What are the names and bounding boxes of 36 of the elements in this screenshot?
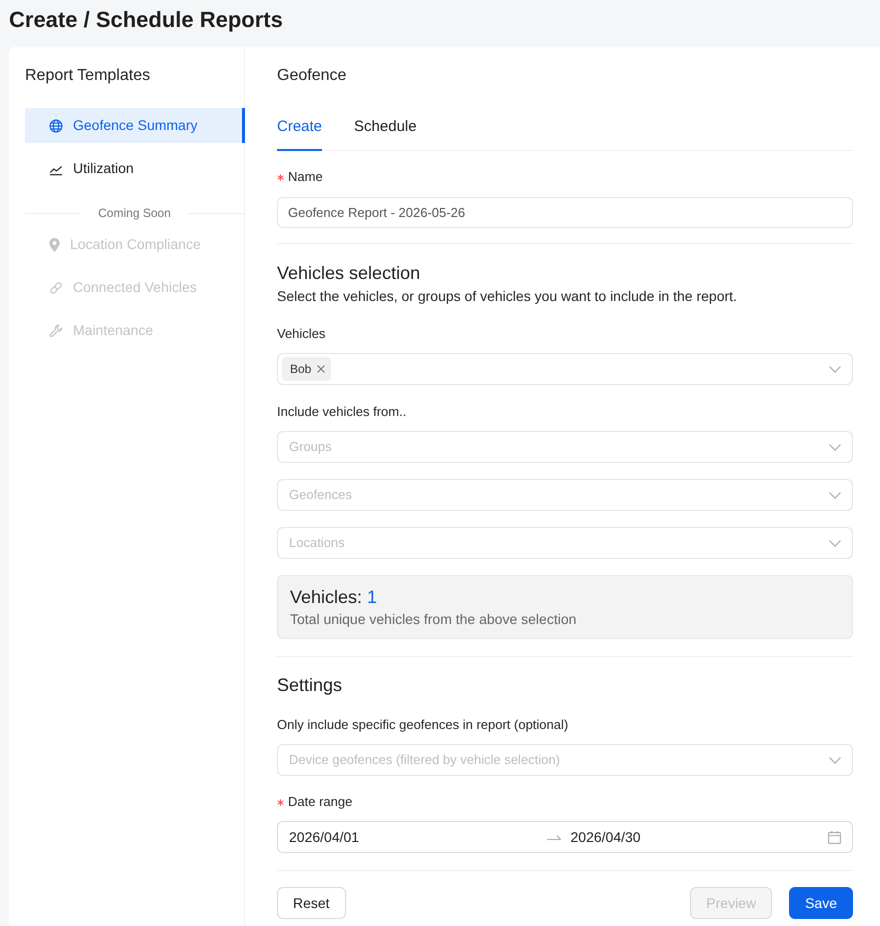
chevron-down-icon (829, 444, 841, 450)
wrench-icon (49, 324, 63, 338)
vehicles-select[interactable]: Bob (277, 353, 853, 385)
calendar-icon[interactable] (828, 830, 841, 844)
chevron-down-icon (829, 366, 841, 372)
panel-title: Geofence (277, 66, 348, 86)
link-icon (49, 280, 63, 294)
action-button[interactable]: Save (789, 887, 853, 919)
field-label: Vehicles (277, 325, 326, 343)
summary-note: Total unique vehicles from the above selection (290, 610, 578, 629)
tab[interactable]: Schedule (354, 105, 417, 151)
action-button[interactable]: Reset (277, 887, 346, 919)
field-label: Include vehicles from.. (277, 403, 408, 421)
map-pin-icon (49, 238, 60, 252)
summary-label: Vehicles: (290, 586, 362, 609)
chevron-down-icon (829, 492, 841, 498)
globe-icon (49, 118, 63, 132)
close-icon[interactable] (317, 365, 326, 373)
date-range-picker[interactable]: 2026/04/01 2026/04/30 (277, 821, 853, 853)
section-heading: Settings (277, 674, 344, 697)
section-description: Select the vehicles, or groups of vehicles you want to include in the report. (277, 287, 738, 306)
vehicle-count: 1 (367, 586, 378, 609)
chevron-down-icon (829, 540, 841, 546)
chevron-down-icon (829, 756, 841, 764)
tab[interactable]: Create (277, 105, 322, 151)
field-label: Date range (288, 793, 352, 811)
section-label: Coming Soon (97, 205, 172, 222)
template-menu-item[interactable]: Utilization (25, 151, 245, 186)
field-label: Name (288, 168, 323, 186)
tag-label: Bob (290, 361, 312, 378)
page-title: Create / Schedule Reports (9, 6, 284, 34)
sidebar-title: Report Templates (25, 66, 152, 86)
section-heading: Vehicles selection (277, 262, 422, 285)
template-menu-item[interactable]: Geofence Summary (25, 108, 245, 143)
field-label: Only include specific geofences in report (optional) (277, 716, 568, 734)
name-input[interactable]: Geofence Report - 2026-05-26 (277, 197, 853, 228)
